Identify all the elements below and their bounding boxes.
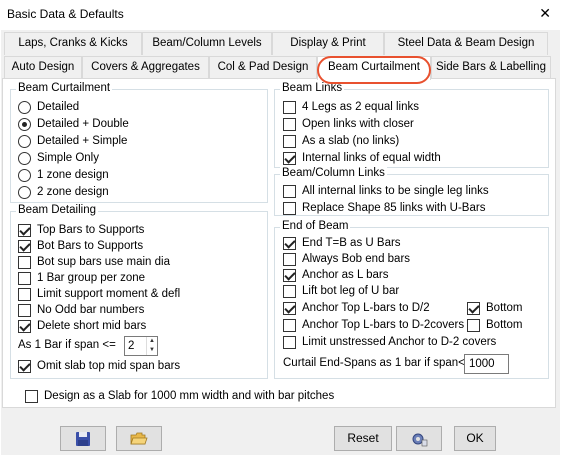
checkbox[interactable] bbox=[18, 240, 31, 253]
beam-links-group: Beam Links 4 Legs as 2 equal links Open … bbox=[274, 82, 549, 168]
tab-display-print[interactable]: Display & Print bbox=[272, 32, 384, 55]
radio-1-zone-design[interactable]: 1 zone design bbox=[18, 168, 109, 183]
checkbox[interactable] bbox=[283, 319, 296, 332]
checkbox[interactable] bbox=[283, 253, 296, 266]
radio-simple-only[interactable]: Simple Only bbox=[18, 151, 99, 166]
checkbox[interactable] bbox=[18, 256, 31, 269]
checkbox-delete-short-mid-bars[interactable]: Delete short mid bars bbox=[18, 319, 146, 334]
radio-button[interactable] bbox=[18, 152, 31, 165]
stepper-arrows[interactable]: ▲ ▼ bbox=[146, 337, 157, 355]
beam-column-links-title: Beam/Column Links bbox=[280, 167, 387, 179]
checkbox[interactable] bbox=[283, 135, 296, 148]
radio-detailed[interactable]: Detailed bbox=[18, 100, 79, 115]
radio-button[interactable] bbox=[18, 169, 31, 182]
checkbox[interactable] bbox=[18, 360, 31, 373]
checkbox-anchor-top-l-d2covers[interactable]: Anchor Top L-bars to D-2covers bbox=[283, 318, 464, 333]
checkbox-limit-support-moment[interactable]: Limit support moment & defl bbox=[18, 287, 180, 302]
checkbox-bottom-1[interactable]: Bottom bbox=[467, 301, 522, 316]
ok-button[interactable]: OK bbox=[454, 426, 496, 451]
checkbox[interactable] bbox=[283, 302, 296, 315]
checkbox[interactable] bbox=[18, 320, 31, 333]
tab-laps-cranks-kicks[interactable]: Laps, Cranks & Kicks bbox=[4, 32, 142, 55]
checkbox-4-legs-2-links[interactable]: 4 Legs as 2 equal links bbox=[283, 100, 419, 115]
beam-column-links-group: Beam/Column Links All internal links to … bbox=[274, 167, 549, 216]
settings-icon bbox=[412, 433, 428, 447]
checkbox-anchor-as-l-bars[interactable]: Anchor as L bars bbox=[283, 268, 389, 283]
save-button[interactable] bbox=[60, 426, 106, 451]
reset-button[interactable]: Reset bbox=[334, 426, 392, 451]
title-bar: Basic Data & Defaults ✕ bbox=[0, 0, 561, 30]
checkbox-1-bar-group-per-zone[interactable]: 1 Bar group per zone bbox=[18, 271, 145, 286]
settings-button[interactable] bbox=[396, 426, 442, 451]
open-button[interactable] bbox=[116, 426, 162, 451]
beam-links-title: Beam Links bbox=[280, 82, 345, 94]
checkbox-limit-unstressed-anchor[interactable]: Limit unstressed Anchor to D-2 covers bbox=[283, 335, 496, 350]
radio-button[interactable] bbox=[18, 135, 31, 148]
checkbox-anchor-top-l-d2[interactable]: Anchor Top L-bars to D/2 bbox=[283, 301, 430, 316]
one-bar-span-input[interactable] bbox=[126, 338, 146, 354]
tab-panel: Beam Curtailment Detailed Detailed + Dou… bbox=[2, 78, 556, 408]
beam-detailing-title: Beam Detailing bbox=[16, 204, 98, 216]
window-title: Basic Data & Defaults bbox=[7, 7, 124, 21]
radio-button[interactable] bbox=[18, 101, 31, 114]
checkbox[interactable] bbox=[467, 319, 480, 332]
checkbox-all-internal-single-leg[interactable]: All internal links to be single leg link… bbox=[283, 184, 489, 199]
one-bar-span-stepper[interactable]: ▲ ▼ bbox=[124, 336, 158, 356]
checkbox[interactable] bbox=[283, 237, 296, 250]
checkbox[interactable] bbox=[25, 390, 38, 403]
tab-side-bars-labelling[interactable]: Side Bars & Labelling bbox=[431, 56, 551, 79]
checkbox[interactable] bbox=[283, 285, 296, 298]
checkbox-no-odd-bar-numbers[interactable]: No Odd bar numbers bbox=[18, 303, 144, 318]
checkbox[interactable] bbox=[283, 101, 296, 114]
checkbox-end-tb-u-bars[interactable]: End T=B as U Bars bbox=[283, 236, 401, 251]
tab-col-pad-design[interactable]: Col & Pad Design bbox=[209, 56, 317, 79]
checkbox[interactable] bbox=[283, 269, 296, 282]
checkbox-replace-shape-85[interactable]: Replace Shape 85 links with U-Bars bbox=[283, 201, 485, 216]
stepper-down-icon[interactable]: ▼ bbox=[147, 346, 157, 355]
one-bar-span-label: As 1 Bar if span <= bbox=[18, 339, 116, 351]
curtail-end-spans-input[interactable] bbox=[464, 354, 509, 374]
beam-curtailment-title: Beam Curtailment bbox=[16, 82, 113, 94]
checkbox[interactable] bbox=[283, 185, 296, 198]
checkbox[interactable] bbox=[283, 118, 296, 131]
stepper-up-icon[interactable]: ▲ bbox=[147, 337, 157, 346]
checkbox[interactable] bbox=[18, 304, 31, 317]
checkbox[interactable] bbox=[18, 272, 31, 285]
tab-auto-design[interactable]: Auto Design bbox=[4, 56, 82, 79]
tab-steel-data-beam-design[interactable]: Steel Data & Beam Design bbox=[384, 32, 548, 55]
checkbox-bottom-2[interactable]: Bottom bbox=[467, 318, 522, 333]
checkbox[interactable] bbox=[18, 224, 31, 237]
radio-2-zone-design[interactable]: 2 zone design bbox=[18, 185, 109, 200]
end-of-beam-group: End of Beam End T=B as U Bars Always Bob… bbox=[274, 220, 549, 379]
checkbox-design-as-slab[interactable]: Design as a Slab for 1000 mm width and w… bbox=[25, 389, 334, 404]
radio-button[interactable] bbox=[18, 118, 31, 131]
beam-detailing-group: Beam Detailing Top Bars to Supports Bot … bbox=[10, 204, 268, 379]
save-icon bbox=[76, 432, 90, 446]
beam-curtailment-group: Beam Curtailment Detailed Detailed + Dou… bbox=[10, 82, 268, 203]
tab-beam-column-levels[interactable]: Beam/Column Levels bbox=[142, 32, 272, 55]
end-of-beam-title: End of Beam bbox=[280, 220, 351, 232]
checkbox-bot-bars-to-supports[interactable]: Bot Bars to Supports bbox=[18, 239, 143, 254]
checkbox[interactable] bbox=[283, 202, 296, 215]
checkbox-omit-slab-top-mid-span[interactable]: Omit slab top mid span bars bbox=[18, 359, 180, 374]
checkbox-always-bob-end-bars[interactable]: Always Bob end bars bbox=[283, 252, 410, 267]
checkbox[interactable] bbox=[283, 152, 296, 165]
tab-covers-aggregates[interactable]: Covers & Aggregates bbox=[82, 56, 209, 79]
radio-detailed-simple[interactable]: Detailed + Simple bbox=[18, 134, 127, 149]
checkbox[interactable] bbox=[18, 288, 31, 301]
checkbox-as-slab-no-links[interactable]: As a slab (no links) bbox=[283, 134, 399, 149]
checkbox[interactable] bbox=[283, 336, 296, 349]
checkbox-lift-bot-leg-u-bar[interactable]: Lift bot leg of U bar bbox=[283, 284, 399, 299]
checkbox-bot-sup-bars-main-dia[interactable]: Bot sup bars use main dia bbox=[18, 255, 170, 270]
checkbox-internal-links-equal-width[interactable]: Internal links of equal width bbox=[283, 151, 441, 166]
checkbox-top-bars-to-supports[interactable]: Top Bars to Supports bbox=[18, 223, 144, 238]
close-icon[interactable]: ✕ bbox=[539, 5, 551, 22]
tab-beam-curtailment[interactable]: Beam Curtailment bbox=[317, 56, 431, 80]
open-folder-icon bbox=[130, 432, 148, 445]
checkbox[interactable] bbox=[467, 302, 480, 315]
curtail-end-spans-label: Curtail End-Spans as 1 bar if span<= bbox=[283, 357, 472, 369]
radio-detailed-double[interactable]: Detailed + Double bbox=[18, 117, 129, 132]
checkbox-open-links-closer[interactable]: Open links with closer bbox=[283, 117, 414, 132]
radio-button[interactable] bbox=[18, 186, 31, 199]
